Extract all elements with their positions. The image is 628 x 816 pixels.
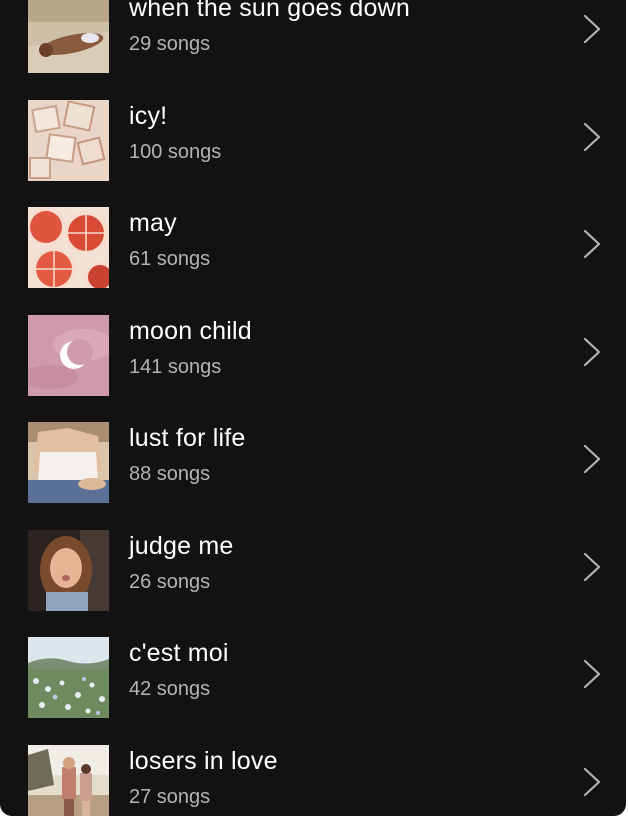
chevron-right-icon[interactable] [582, 122, 602, 152]
playlist-song-count: 88 songs [129, 463, 211, 485]
playlist-row-cest-moi[interactable]: c'est moi 42 songs [0, 608, 626, 718]
ice-cubes-icon [28, 99, 109, 181]
playlist-title: when the sun goes down [129, 0, 410, 22]
playlist-song-count: 29 songs [129, 33, 211, 55]
playlist-list: when the sun goes down 29 songs icy! 100… [0, 0, 626, 816]
chevron-right-icon[interactable] [582, 767, 602, 797]
playlist-title: c'est moi [129, 639, 229, 667]
couple-walking-icon [28, 744, 109, 816]
sunbathing-photo-icon [28, 0, 109, 73]
playlist-song-count: 26 songs [129, 570, 211, 593]
chevron-right-icon[interactable] [582, 337, 602, 367]
playlist-title: lust for life [129, 424, 246, 452]
playlist-title: losers in love [129, 746, 278, 775]
chevron-right-icon[interactable] [582, 444, 602, 474]
chevron-right-icon[interactable] [582, 552, 602, 582]
girl-in-lace-top-icon [28, 422, 109, 503]
chevron-right-icon[interactable] [582, 14, 602, 44]
playlist-row-moon-child[interactable]: moon child 141 songs [0, 286, 626, 396]
playlist-row-judge-me[interactable]: judge me 26 songs [0, 501, 626, 611]
library-screen: when the sun goes down 29 songs icy! 100… [0, 0, 626, 816]
playlist-row-may[interactable]: may 61 songs [0, 178, 626, 288]
playlist-title: moon child [129, 316, 252, 345]
playlist-song-count: 100 songs [129, 140, 222, 163]
playlist-song-count: 42 songs [129, 678, 211, 700]
playlist-song-count: 27 songs [129, 785, 211, 808]
chevron-right-icon[interactable] [582, 229, 602, 259]
playlist-title: judge me [129, 531, 234, 560]
playlist-title: may [129, 209, 177, 237]
playlist-song-count: 141 songs [129, 355, 222, 378]
grapefruit-slices-icon [28, 207, 109, 288]
woman-portrait-icon [28, 529, 109, 611]
playlist-song-count: 61 songs [129, 248, 211, 270]
playlist-row-lust-for-life[interactable]: lust for life 88 songs [0, 393, 626, 503]
playlist-title: icy! [129, 101, 168, 130]
playlist-row-when-the-sun-goes-down[interactable]: when the sun goes down 29 songs [0, 0, 626, 73]
playlist-row-icy[interactable]: icy! 100 songs [0, 71, 626, 181]
chevron-right-icon[interactable] [582, 659, 602, 689]
playlist-row-losers-in-love[interactable]: losers in love 27 songs [0, 716, 626, 816]
flower-field-icon [28, 637, 109, 718]
crescent-moon-icon [28, 314, 109, 396]
